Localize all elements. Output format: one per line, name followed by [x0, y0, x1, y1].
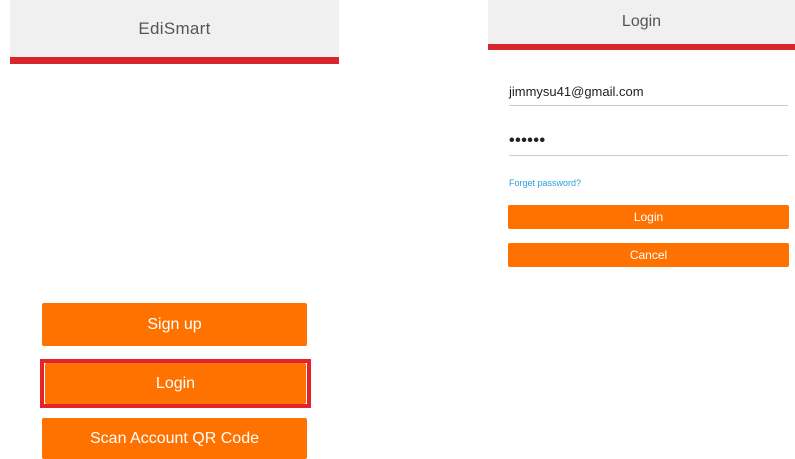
password-field[interactable]: •••••• [509, 133, 788, 156]
app-bar: EdiSmart [10, 0, 339, 57]
page-title: Login [621, 13, 662, 30]
login-screen: Login jimmysu41@gmail.com •••••• Forget … [488, 0, 795, 459]
app-bar-accent-line [10, 57, 339, 64]
login-submit-button[interactable]: Login [508, 205, 789, 229]
forgot-password-link[interactable]: Forget password? [509, 178, 581, 188]
comparison-page: EdiSmart Sign up Login Scan Account QR C… [0, 0, 795, 459]
scan-qr-code-button[interactable]: Scan Account QR Code [42, 418, 307, 459]
login-button-label: Login [155, 374, 196, 392]
cancel-button[interactable]: Cancel [508, 243, 789, 267]
signup-button-label: Sign up [147, 315, 202, 333]
login-button[interactable]: Login [45, 363, 306, 404]
email-field[interactable]: jimmysu41@gmail.com [509, 83, 788, 106]
password-field-value: •••••• [509, 132, 546, 149]
scan-qr-code-button-label: Scan Account QR Code [90, 429, 259, 447]
app-bar: Login [488, 0, 795, 44]
app-bar-accent-line [488, 44, 795, 50]
cancel-button-label: Cancel [629, 248, 668, 262]
login-submit-button-label: Login [633, 210, 664, 224]
app-title: EdiSmart [138, 18, 211, 38]
signup-button[interactable]: Sign up [42, 303, 307, 346]
email-field-value: jimmysu41@gmail.com [509, 84, 644, 99]
welcome-screen: EdiSmart Sign up Login Scan Account QR C… [0, 0, 350, 459]
